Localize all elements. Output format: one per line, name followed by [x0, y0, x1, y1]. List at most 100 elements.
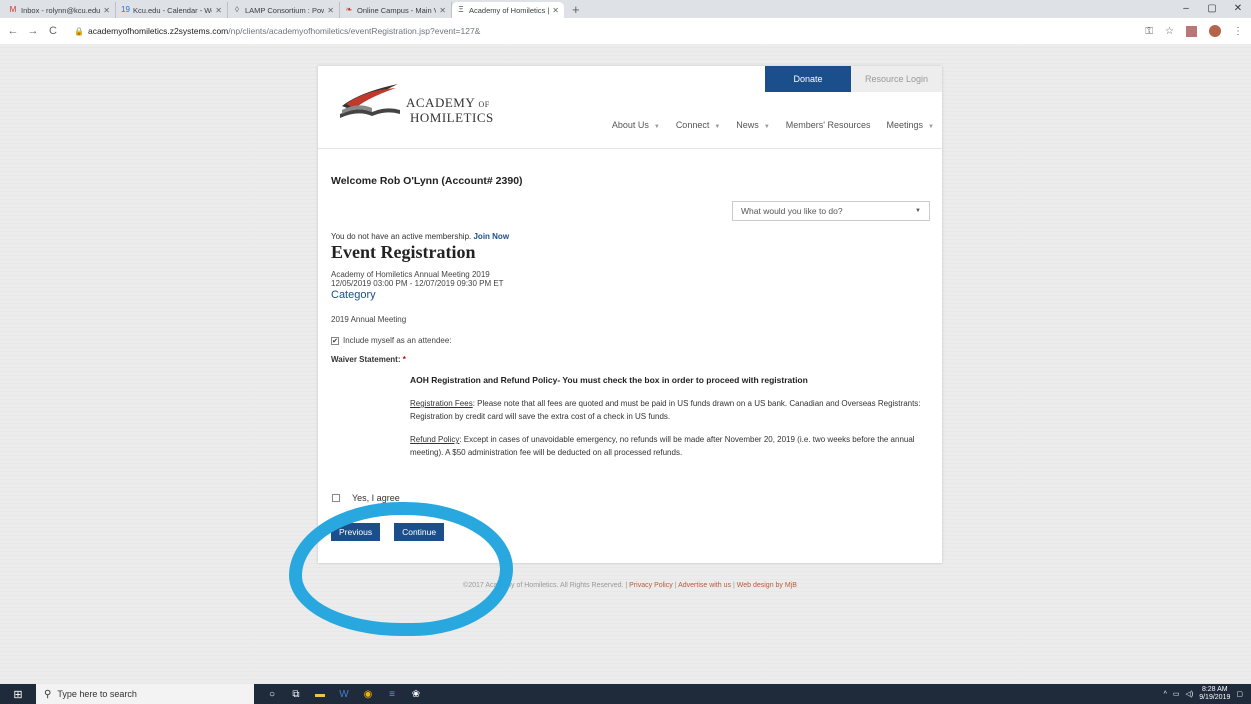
continue-button[interactable]: Continue — [394, 523, 445, 541]
site-header: ACADEMY OF HOMILETICS Donate Resource Lo… — [318, 66, 942, 149]
task-view-icon[interactable]: ⧉ — [288, 684, 304, 704]
close-window-button[interactable]: ✕ — [1225, 0, 1251, 18]
chevron-down-icon: ▼ — [763, 124, 770, 130]
forward-button[interactable]: → — [26, 25, 40, 37]
previous-button[interactable]: Previous — [331, 523, 381, 541]
taskbar-apps: ○ ⧉ ▬ W ◉ ≡ ❀ — [264, 684, 424, 704]
notification-icon[interactable]: ▢ — [1236, 690, 1243, 698]
browser-tab[interactable]: ❧ Online Campus - Main View | Ho✕ — [340, 2, 452, 18]
close-tab-icon[interactable]: ✕ — [215, 6, 222, 15]
fees-label: Registration Fees — [410, 399, 473, 408]
cortana-icon[interactable]: ○ — [264, 684, 280, 704]
advertise-link[interactable]: Advertise with us — [678, 582, 731, 589]
tab-label: Kcu.edu - Calendar - Week of Se — [133, 5, 212, 15]
agree-checkbox[interactable] — [332, 494, 340, 502]
browser-tab[interactable]: Ξ Academy of Homiletics | Academ✕ — [452, 2, 564, 18]
star-icon[interactable]: ☆ — [1165, 26, 1174, 37]
resource-login-button[interactable]: Resource Login — [851, 66, 942, 92]
nav-item-label: Meetings — [886, 120, 924, 130]
tab-label: Academy of Homiletics | Academ — [469, 5, 550, 15]
file-explorer-icon[interactable]: ▬ — [312, 684, 328, 704]
chevron-down-icon: ▼ — [915, 208, 921, 214]
minimize-button[interactable]: – — [1173, 0, 1199, 18]
browser-tab[interactable]: ◊ LAMP Consortium : Powered by✕ — [228, 2, 340, 18]
close-tab-icon[interactable]: ✕ — [103, 6, 110, 15]
category-heading: Category — [331, 289, 376, 301]
lamp-icon: ◊ — [235, 5, 239, 14]
clock[interactable]: 8:28 AM 9/19/2019 — [1199, 686, 1230, 702]
windows-taskbar: ⊞ ⚲ Type here to search ○ ⧉ ▬ W ◉ ≡ ❀ ^ … — [0, 684, 1251, 704]
nav-item[interactable]: Connect ▼ — [676, 120, 720, 130]
include-attendee-checkbox[interactable]: ✔ — [331, 336, 339, 345]
close-tab-icon[interactable]: ✕ — [439, 6, 446, 15]
window-controls: – ▢ ✕ — [1173, 0, 1251, 18]
page-title: Event Registration — [331, 242, 476, 262]
membership-text: You do not have an active membership. — [331, 232, 472, 241]
nav-item[interactable]: Meetings ▼ — [887, 120, 934, 130]
refund-paragraph: Refund Policy: Except in cases of unavoi… — [410, 433, 930, 459]
lock-icon: 🔒 — [74, 26, 84, 36]
address-bar: ← → C 🔒 academyofhomiletics.z2systems.co… — [0, 18, 1251, 45]
chevron-down-icon: ▼ — [653, 124, 660, 130]
nav-item[interactable]: News ▼ — [736, 120, 769, 130]
copyright-text: ©2017 Academy of Homiletics. All Rights … — [463, 582, 628, 589]
word-icon[interactable]: W — [336, 684, 352, 704]
chevron-down-icon: ▼ — [714, 124, 721, 130]
browser-tab[interactable]: M Inbox - rolynn@kcu.edu - Kcu.ed✕ — [4, 2, 116, 18]
close-tab-icon[interactable]: ✕ — [552, 6, 559, 15]
windows-start-icon[interactable]: ⊞ — [0, 684, 36, 704]
academy-logo[interactable]: ACADEMY OF HOMILETICS — [338, 80, 498, 128]
tab-label: Inbox - rolynn@kcu.edu - Kcu.ed — [21, 5, 101, 15]
logo-line1-small: OF — [478, 100, 490, 109]
privacy-link[interactable]: Privacy Policy — [629, 582, 673, 589]
close-tab-icon[interactable]: ✕ — [327, 6, 334, 15]
book-quill-icon — [340, 84, 400, 118]
web-design-link[interactable]: Web design by MjB — [737, 582, 797, 589]
teams-icon[interactable]: ≡ — [384, 684, 400, 704]
menu-icon[interactable]: ⋮ — [1233, 26, 1243, 37]
taskbar-search-placeholder: Type here to search — [57, 689, 137, 699]
new-tab-button[interactable]: + — [572, 2, 580, 18]
site-footer: ©2017 Academy of Homiletics. All Rights … — [318, 582, 942, 589]
nav-item-label: About Us — [611, 120, 649, 130]
back-button[interactable]: ← — [6, 25, 20, 37]
profile-avatar[interactable] — [1209, 25, 1221, 37]
browser-tab[interactable]: 19Kcu.edu - Calendar - Week of Se✕ — [116, 2, 228, 18]
app-icon[interactable]: ❀ — [408, 684, 424, 704]
join-now-link[interactable]: Join Now — [473, 232, 509, 241]
refund-label: Refund Policy — [410, 435, 460, 444]
taskbar-search[interactable]: ⚲ Type here to search — [36, 684, 254, 704]
network-icon[interactable]: ▭ — [1173, 690, 1180, 698]
key-icon[interactable]: ⚿ — [1145, 26, 1153, 37]
include-attendee-label: Include myself as an attendee: — [343, 336, 452, 345]
tab-label: LAMP Consortium : Powered by — [245, 5, 324, 15]
waiver-label: Waiver Statement: * — [331, 355, 929, 364]
nav-item[interactable]: Members' Resources — [786, 120, 871, 130]
url-path: /np/clients/academyofhomiletics/eventReg… — [228, 26, 481, 36]
chrome-icon[interactable]: ◉ — [360, 684, 376, 704]
reload-button[interactable]: C — [46, 25, 60, 37]
url-field[interactable]: academyofhomiletics.z2systems.com/np/cli… — [88, 26, 480, 36]
policy-heading: AOH Registration and Refund Policy- You … — [410, 375, 808, 385]
gmail-icon: M — [9, 5, 17, 14]
tray-chevron-icon[interactable]: ^ — [1164, 691, 1167, 698]
chevron-down-icon: ▼ — [928, 124, 934, 130]
logo-line1: ACADEMY — [406, 95, 475, 110]
event-name: Academy of Homiletics Annual Meeting 201… — [331, 270, 490, 279]
extension-icon[interactable] — [1186, 25, 1197, 37]
agree-label: Yes, I agree — [352, 493, 400, 503]
aoh-icon: Ξ — [458, 5, 464, 14]
include-attendee-row: ✔ Include myself as an attendee: — [331, 336, 929, 345]
nav-item[interactable]: About Us ▼ — [612, 120, 660, 130]
maximize-button[interactable]: ▢ — [1199, 0, 1225, 18]
donate-button[interactable]: Donate — [765, 66, 851, 92]
what-to-do-dropdown[interactable]: What would you like to do? ▼ — [732, 201, 930, 221]
calendar-icon: 19 — [121, 5, 130, 14]
footer-sep-1: | — [674, 582, 677, 589]
volume-icon[interactable]: ◁) — [1186, 690, 1194, 698]
search-icon: ⚲ — [44, 688, 52, 700]
clock-time: 8:28 AM — [1201, 686, 1228, 693]
nav-item-label: News — [736, 120, 759, 130]
page-viewport: ACADEMY OF HOMILETICS Donate Resource Lo… — [0, 44, 1251, 684]
clock-date: 9/19/2019 — [1199, 694, 1231, 701]
